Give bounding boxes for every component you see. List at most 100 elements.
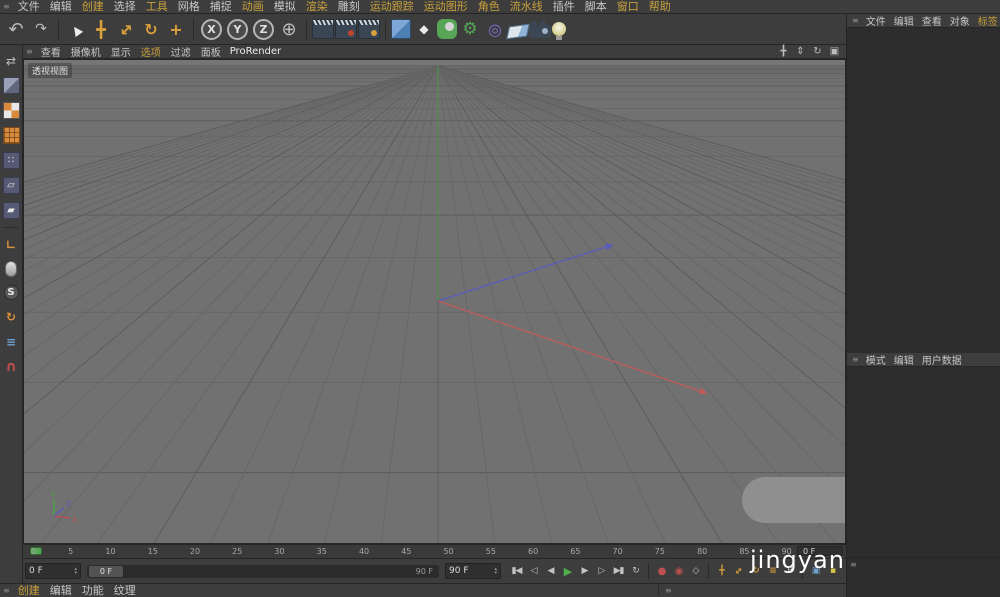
points-mode-icon[interactable]: ∷ (2, 152, 20, 169)
light-icon[interactable] (552, 22, 566, 40)
viewport-view-label[interactable]: 透视视图 (28, 63, 73, 78)
subdivision-surface-icon[interactable] (437, 19, 457, 39)
quantize-icon[interactable]: ↻ (3, 308, 20, 325)
menu-pipeline[interactable]: 流水线 (505, 0, 548, 13)
record-scale-button[interactable]: ↔ (727, 560, 750, 583)
rotate-view-icon[interactable]: ↻ (811, 46, 824, 57)
layers-icon[interactable]: ≡ (3, 333, 20, 350)
pan-view-icon[interactable]: ╋ (777, 46, 790, 57)
snap-icon[interactable]: ∩ (3, 358, 20, 375)
viewport-canvas[interactable]: Y X Z (24, 60, 846, 544)
material-menu-texture[interactable]: 纹理 (109, 584, 141, 597)
menu-tools[interactable]: 工具 (141, 0, 173, 13)
attribute-manager-handle-icon[interactable]: ≡ (849, 355, 862, 364)
om-menu-objects[interactable]: 对象 (946, 14, 974, 27)
model-mode-icon[interactable] (2, 77, 20, 94)
menu-render[interactable]: 渲染 (301, 0, 333, 13)
autokey-button[interactable]: ◉ (671, 563, 686, 580)
object-manager-handle-icon[interactable]: ≡ (849, 16, 862, 25)
viewport-3d[interactable]: Y X Z 透视视图 (23, 59, 846, 544)
material-menu-function[interactable]: 功能 (77, 584, 109, 597)
polygons-mode-icon[interactable]: ▰ (2, 202, 20, 219)
attribute-manager-area[interactable] (847, 367, 1000, 557)
x-axis-lock-icon[interactable]: X (201, 18, 222, 40)
material-menu-edit[interactable]: 编辑 (45, 584, 77, 597)
current-frame-spinner[interactable]: 0 F ▴ ▾ (25, 563, 81, 579)
texture-mode-icon[interactable] (2, 102, 20, 119)
floor-environment-icon[interactable] (506, 23, 530, 40)
menu-sculpt[interactable]: 雕刻 (333, 0, 365, 13)
menu-character[interactable]: 角色 (473, 0, 505, 13)
render-settings-icon[interactable] (358, 19, 380, 39)
menu-mesh[interactable]: 网格 (173, 0, 205, 13)
am-menu-edit[interactable]: 编辑 (890, 353, 918, 366)
coordinates-handle-icon[interactable]: ≡ (662, 586, 675, 595)
vp-menu-display[interactable]: 显示 (106, 44, 136, 59)
menu-simulate[interactable]: 模拟 (269, 0, 301, 13)
coordinate-system-icon[interactable]: ⊕ (277, 17, 301, 42)
live-selection-icon[interactable]: ▲ (59, 12, 93, 46)
enable-axis-icon[interactable]: ∟ (3, 236, 20, 253)
om-menu-view[interactable]: 查看 (918, 14, 946, 27)
menu-select[interactable]: 选择 (109, 0, 141, 13)
menu-create[interactable]: 创建 (77, 0, 109, 13)
menu-edit[interactable]: 编辑 (45, 0, 77, 13)
play-mode-button[interactable]: ↻ (628, 563, 643, 580)
am-menu-mode[interactable]: 模式 (862, 353, 890, 366)
toggle-view-icon[interactable]: ▣ (828, 46, 841, 57)
add-cube-icon[interactable] (391, 19, 411, 39)
viewport-handle-icon[interactable]: ≡ (23, 47, 36, 56)
spinner-arrows-icon[interactable]: ▴ ▾ (74, 567, 77, 576)
viewport-solo-icon[interactable]: S (3, 285, 19, 300)
camera-icon[interactable] (529, 21, 551, 38)
tweak-mode-icon[interactable] (5, 261, 17, 277)
workplane-mode-icon[interactable] (2, 127, 20, 144)
vp-menu-view[interactable]: 查看 (36, 44, 66, 59)
vp-menu-panel[interactable]: 面板 (196, 44, 226, 59)
menu-help[interactable]: 帮助 (644, 0, 676, 13)
menu-script[interactable]: 脚本 (580, 0, 612, 13)
spin-down-icon[interactable]: ▾ (494, 571, 497, 576)
next-key-button[interactable]: ▷ (594, 563, 609, 580)
material-handle-icon[interactable]: ≡ (0, 586, 13, 595)
pen-tool-icon[interactable]: ◆ (412, 17, 436, 42)
om-menu-edit[interactable]: 编辑 (890, 14, 918, 27)
make-editable-icon[interactable]: ⇄ (3, 52, 20, 69)
vp-menu-cameras[interactable]: 摄像机 (66, 44, 106, 59)
om-menu-tags[interactable]: 标签 (974, 14, 1000, 27)
edges-mode-icon[interactable]: ▱ (2, 177, 20, 194)
menu-snap[interactable]: 捕捉 (205, 0, 237, 13)
render-view-icon[interactable] (312, 19, 334, 39)
redo-icon[interactable]: ↷ (29, 17, 53, 42)
keyframe-selection-button[interactable]: ◇ (688, 563, 703, 580)
menu-animate[interactable]: 动画 (237, 0, 269, 13)
generators-icon[interactable]: ⚙ (458, 17, 482, 42)
menu-file[interactable]: 文件 (13, 0, 45, 13)
z-axis-lock-icon[interactable]: Z (253, 18, 274, 40)
goto-end-button[interactable]: ▶▮ (611, 563, 626, 580)
menu-mograph[interactable]: 运动图形 (419, 0, 473, 13)
object-manager-list[interactable] (847, 28, 1000, 353)
recent-tool-icon[interactable]: + (164, 17, 188, 42)
zoom-view-icon[interactable]: ⇕ (794, 46, 807, 57)
record-keyframe-button[interactable]: ● (654, 563, 669, 580)
palette-handle-icon[interactable]: ≡ (0, 2, 13, 11)
spin-down-icon[interactable]: ▾ (74, 571, 77, 576)
y-axis-lock-icon[interactable]: Y (227, 18, 248, 40)
vp-menu-options[interactable]: 选项 (136, 44, 166, 59)
undo-icon[interactable]: ↶ (4, 17, 28, 42)
next-frame-button[interactable]: ▶ (577, 563, 592, 580)
end-frame-spinner[interactable]: 90 F ▴ ▾ (445, 563, 501, 579)
prev-key-button[interactable]: ◁ (526, 563, 541, 580)
timeline-powerslider[interactable]: 0 F 90 F (87, 564, 439, 578)
play-button[interactable]: ▶ (560, 563, 575, 580)
bottom-panel-handle-icon[interactable]: ≡ (847, 560, 860, 569)
deformer-icon[interactable]: ◎ (483, 17, 507, 42)
render-picture-viewer-icon[interactable] (335, 19, 357, 39)
goto-start-button[interactable]: ▮◀ (509, 563, 524, 580)
am-menu-userdata[interactable]: 用户数据 (918, 353, 966, 366)
menu-plugins[interactable]: 插件 (548, 0, 580, 13)
menu-motion-tracker[interactable]: 运动跟踪 (365, 0, 419, 13)
material-menu-create[interactable]: 创建 (13, 584, 45, 597)
menu-window[interactable]: 窗口 (612, 0, 644, 13)
